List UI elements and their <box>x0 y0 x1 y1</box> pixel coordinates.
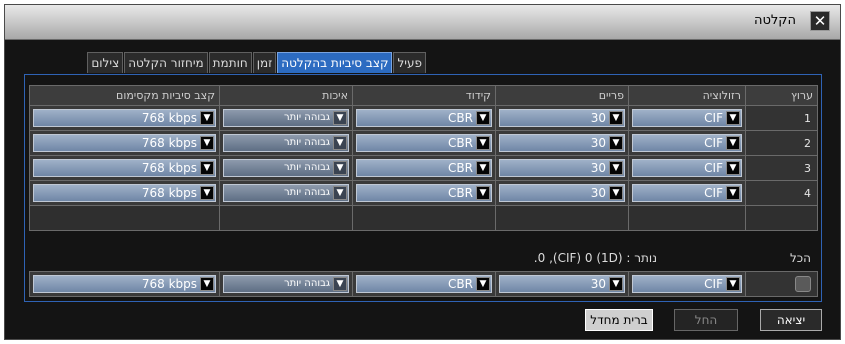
resolution-select[interactable]: CIF ▼ <box>632 275 742 293</box>
tab-active[interactable]: פעיל <box>393 52 426 73</box>
tab-time[interactable]: זמן <box>252 52 277 73</box>
apply-button[interactable]: החל <box>674 309 738 331</box>
chevron-down-icon: ▼ <box>726 111 740 125</box>
chevron-down-icon: ▼ <box>200 161 214 175</box>
default-button[interactable]: ברית מחדל <box>585 309 653 331</box>
apply-all-checkbox[interactable] <box>795 276 811 292</box>
chevron-down-icon: ▼ <box>726 277 740 291</box>
table-row: 4 CIF ▼ 30 ▼ CBR ▼ גבוהה יותר ▼ 768 kbps ▼ <box>29 180 818 206</box>
header-fps: פריים <box>495 85 629 106</box>
chevron-down-icon: ▼ <box>609 136 623 150</box>
encoding-select[interactable]: CBR ▼ <box>356 275 492 293</box>
encoding-select[interactable]: CBR ▼ <box>356 134 492 152</box>
bitrate-select[interactable]: 768 kbps ▼ <box>33 134 216 152</box>
resolution-select[interactable]: CIF ▼ <box>632 184 742 202</box>
tab-recording-bitrate[interactable]: קצב סיביות בהקלטה <box>277 52 393 73</box>
chevron-down-icon: ▼ <box>609 111 623 125</box>
table-row: 2 CIF ▼ 30 ▼ CBR ▼ גבוהה יותר ▼ 768 kbps ▼ <box>29 130 818 156</box>
channel-number: 1 <box>745 105 818 131</box>
all-row: CIF ▼ 30 ▼ CBR ▼ גבוהה יותר ▼ 768 kbps ▼ <box>29 271 818 297</box>
quality-select[interactable]: גבוהה יותר ▼ <box>223 184 349 202</box>
header-channel: ערוץ <box>745 85 818 106</box>
fps-select[interactable]: 30 ▼ <box>499 159 625 177</box>
all-row-label: הכל נותר : (1D) 0 ,(CIF) 0. <box>29 249 817 269</box>
chevron-down-icon: ▼ <box>333 111 347 125</box>
table-header: ערוץ רזולוציה פריים קידוד איכות קצב סיבי… <box>29 85 818 106</box>
all-label: הכל <box>789 251 811 265</box>
bitrate-table: ערוץ רזולוציה פריים קידוד איכות קצב סיבי… <box>29 85 818 231</box>
fps-select[interactable]: 30 ▼ <box>499 275 625 293</box>
channel-number: 3 <box>745 155 818 181</box>
encoding-select[interactable]: CBR ▼ <box>356 184 492 202</box>
quality-select[interactable]: גבוהה יותר ▼ <box>223 109 349 127</box>
chevron-down-icon: ▼ <box>200 186 214 200</box>
chevron-down-icon: ▼ <box>726 161 740 175</box>
exit-button[interactable]: יציאה <box>760 309 822 331</box>
chevron-down-icon: ▼ <box>476 277 490 291</box>
fps-select[interactable]: 30 ▼ <box>499 109 625 127</box>
chevron-down-icon: ▼ <box>726 136 740 150</box>
title-bar: הקלטה ✕ <box>5 5 840 40</box>
header-quality: איכות <box>219 85 353 106</box>
quality-select[interactable]: גבוהה יותר ▼ <box>223 159 349 177</box>
tab-snapshot[interactable]: צילום <box>87 52 124 73</box>
bitrate-select[interactable]: 768 kbps ▼ <box>33 184 216 202</box>
bitrate-select[interactable]: 768 kbps ▼ <box>33 109 216 127</box>
header-resolution: רזולוציה <box>628 85 746 106</box>
chevron-down-icon: ▼ <box>609 277 623 291</box>
chevron-down-icon: ▼ <box>609 186 623 200</box>
chevron-down-icon: ▼ <box>200 111 214 125</box>
table-row: 3 CIF ▼ 30 ▼ CBR ▼ גבוהה יותר ▼ 768 kbps ▼ <box>29 155 818 181</box>
chevron-down-icon: ▼ <box>476 111 490 125</box>
resolution-select[interactable]: CIF ▼ <box>632 134 742 152</box>
chevron-down-icon: ▼ <box>333 161 347 175</box>
chevron-down-icon: ▼ <box>200 136 214 150</box>
encoding-select[interactable]: CBR ▼ <box>356 109 492 127</box>
header-encoding: קידוד <box>352 85 496 106</box>
tab-recycle[interactable]: מיחזור הקלטה <box>124 52 208 73</box>
fps-select[interactable]: 30 ▼ <box>499 134 625 152</box>
chevron-down-icon: ▼ <box>609 161 623 175</box>
close-icon: ✕ <box>813 12 827 30</box>
bitrate-select[interactable]: 768 kbps ▼ <box>33 159 216 177</box>
quality-select[interactable]: גבוהה יותר ▼ <box>223 275 349 293</box>
header-max-bitrate: קצב סיביות מקסימום <box>29 85 220 106</box>
remaining-text: נותר : (1D) 0 ,(CIF) 0. <box>533 251 657 265</box>
resolution-select[interactable]: CIF ▼ <box>632 159 742 177</box>
all-settings-table: CIF ▼ 30 ▼ CBR ▼ גבוהה יותר ▼ 768 kbps ▼ <box>29 271 818 297</box>
chevron-down-icon: ▼ <box>476 161 490 175</box>
chevron-down-icon: ▼ <box>333 277 347 291</box>
encoding-select[interactable]: CBR ▼ <box>356 159 492 177</box>
channel-number: 2 <box>745 130 818 156</box>
chevron-down-icon: ▼ <box>200 277 214 291</box>
chevron-down-icon: ▼ <box>333 186 347 200</box>
resolution-select[interactable]: CIF ▼ <box>632 109 742 127</box>
settings-panel: ערוץ רזולוציה פריים קידוד איכות קצב סיבי… <box>24 74 822 302</box>
window-title: הקלטה <box>753 13 796 28</box>
fps-select[interactable]: 30 ▼ <box>499 184 625 202</box>
quality-select[interactable]: גבוהה יותר ▼ <box>223 134 349 152</box>
channel-number: 4 <box>745 180 818 206</box>
tab-strip: פעיל קצב סיביות בהקלטה זמן חותמת מיחזור … <box>24 52 426 74</box>
table-row: 1 CIF ▼ 30 ▼ CBR ▼ גבוהה יותר ▼ 768 kbps ▼ <box>29 105 818 131</box>
bitrate-select[interactable]: 768 kbps ▼ <box>33 275 216 293</box>
tab-stamp[interactable]: חותמת <box>208 52 252 73</box>
chevron-down-icon: ▼ <box>726 186 740 200</box>
chevron-down-icon: ▼ <box>476 136 490 150</box>
table-row-empty <box>29 205 818 231</box>
chevron-down-icon: ▼ <box>333 136 347 150</box>
chevron-down-icon: ▼ <box>476 186 490 200</box>
close-button[interactable]: ✕ <box>810 11 830 31</box>
